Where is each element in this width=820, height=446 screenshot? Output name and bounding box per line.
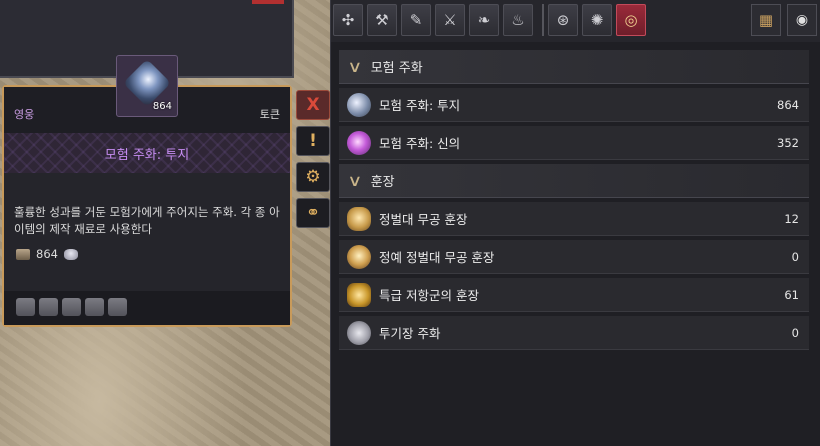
item-value: 12 <box>784 211 799 226</box>
item-grade-label: 영웅 <box>14 108 35 121</box>
item-name: 특급 저항군의 훈장 <box>379 288 479 303</box>
tab-emblem[interactable]: ✺ <box>582 4 612 36</box>
list-item[interactable]: 정벌대 무공 훈장 12 <box>339 202 809 236</box>
tab-special[interactable]: ⊛ <box>548 4 578 36</box>
purple-coin-icon <box>347 130 371 155</box>
item-quantity: 864 <box>16 247 78 261</box>
section-title: 훈장 <box>370 175 395 190</box>
tab-gathering[interactable]: ❧ <box>469 4 499 36</box>
list-item[interactable]: 모험 주화: 신의 352 <box>339 126 809 160</box>
grid-view-button[interactable]: ▦ <box>751 4 781 36</box>
tab-tools[interactable]: ✎ <box>401 4 431 36</box>
item-name: 모험 주화: 신의 <box>379 136 461 151</box>
list-item[interactable]: 정예 정벌대 무공 훈장 0 <box>339 240 809 274</box>
item-value: 0 <box>791 325 799 340</box>
item-value: 352 <box>777 135 799 150</box>
tab-all[interactable]: ✣ <box>333 4 363 36</box>
close-button[interactable]: X <box>296 90 330 120</box>
tooltip-title-bar: 모험 주화: 투지 <box>4 133 290 173</box>
elite-medal-icon <box>347 244 371 269</box>
item-name: 모험 주화: 투지 <box>379 98 461 113</box>
section-medals[interactable]: ∨ 훈장 <box>339 164 809 198</box>
item-value: 61 <box>784 287 799 302</box>
item-description: 훌륭한 성과를 거둔 모험가에게 주어지는 주화. 각 종 아이템의 제작 재료… <box>14 205 280 236</box>
background-window-tab <box>252 0 284 4</box>
item-value: 0 <box>791 249 799 264</box>
tab-crafting[interactable]: ⚒ <box>367 4 397 36</box>
coin-gem-icon <box>122 58 172 108</box>
item-quantity-value: 864 <box>36 247 58 261</box>
item-type-label: 토큰 <box>259 108 280 121</box>
scale-icon[interactable] <box>62 298 81 316</box>
cube-icon[interactable] <box>39 298 58 316</box>
flask-icon[interactable] <box>85 298 104 316</box>
arena-coin-icon <box>347 320 371 345</box>
item-name: 정벌대 무공 훈장 <box>379 212 468 227</box>
bag-icon <box>63 248 78 260</box>
medal-icon <box>347 206 371 231</box>
section-adventure-coin[interactable]: ∨ 모험 주화 <box>339 50 809 84</box>
chevron-down-icon: ∨ <box>347 171 363 190</box>
item-value: 864 <box>777 97 799 112</box>
tab-smithing[interactable]: ⚔ <box>435 4 465 36</box>
item-icon-count: 864 <box>152 101 172 112</box>
list-item[interactable]: 투기장 주화 0 <box>339 316 809 350</box>
item-name: 투기장 주화 <box>379 326 441 341</box>
broom-icon[interactable] <box>16 298 35 316</box>
list-item[interactable]: 특급 저항군의 훈장 61 <box>339 278 809 312</box>
info-button[interactable]: ! <box>296 126 330 156</box>
list-item[interactable]: 모험 주화: 투지 864 <box>339 88 809 122</box>
tooltip-action-icons <box>16 298 127 316</box>
item-icon[interactable]: 864 <box>116 55 178 117</box>
trash-icon[interactable] <box>108 298 127 316</box>
tooltip-side-buttons: X ! ⚙ ⚭ <box>296 90 332 228</box>
category-toolbar: ✣ ⚒ ✎ ⚔ ❧ ♨ ⊛ ✺ ◎ ▦ ◉ <box>331 0 820 42</box>
item-title: 모험 주화: 투지 <box>104 147 190 163</box>
link-button[interactable]: ⚭ <box>296 198 330 228</box>
toolbar-divider <box>542 4 544 36</box>
chevron-down-icon: ∨ <box>347 57 363 76</box>
eye-toggle-button[interactable]: ◉ <box>787 4 817 36</box>
currency-list: ∨ 모험 주화 모험 주화: 투지 864 모험 주화: 신의 352 ∨ 훈장… <box>339 50 809 354</box>
coin-stack-icon <box>16 248 30 260</box>
horn-medal-icon <box>347 282 371 307</box>
item-name: 정예 정벌대 무공 훈장 <box>379 250 495 265</box>
silver-coin-icon <box>347 92 371 117</box>
tab-currency[interactable]: ◎ <box>616 4 646 36</box>
section-title: 모험 주화 <box>370 61 423 76</box>
currency-panel: ✣ ⚒ ✎ ⚔ ❧ ♨ ⊛ ✺ ◎ ▦ ◉ ∨ 모험 주화 모험 주화: 투지 … <box>330 0 820 446</box>
item-tooltip: 영웅 토큰 모험 주화: 투지 훌륭한 성과를 거둔 모험가에게 주어지는 주화… <box>2 85 292 327</box>
tab-pouch[interactable]: ♨ <box>503 4 533 36</box>
box-button[interactable]: ⚙ <box>296 162 330 192</box>
